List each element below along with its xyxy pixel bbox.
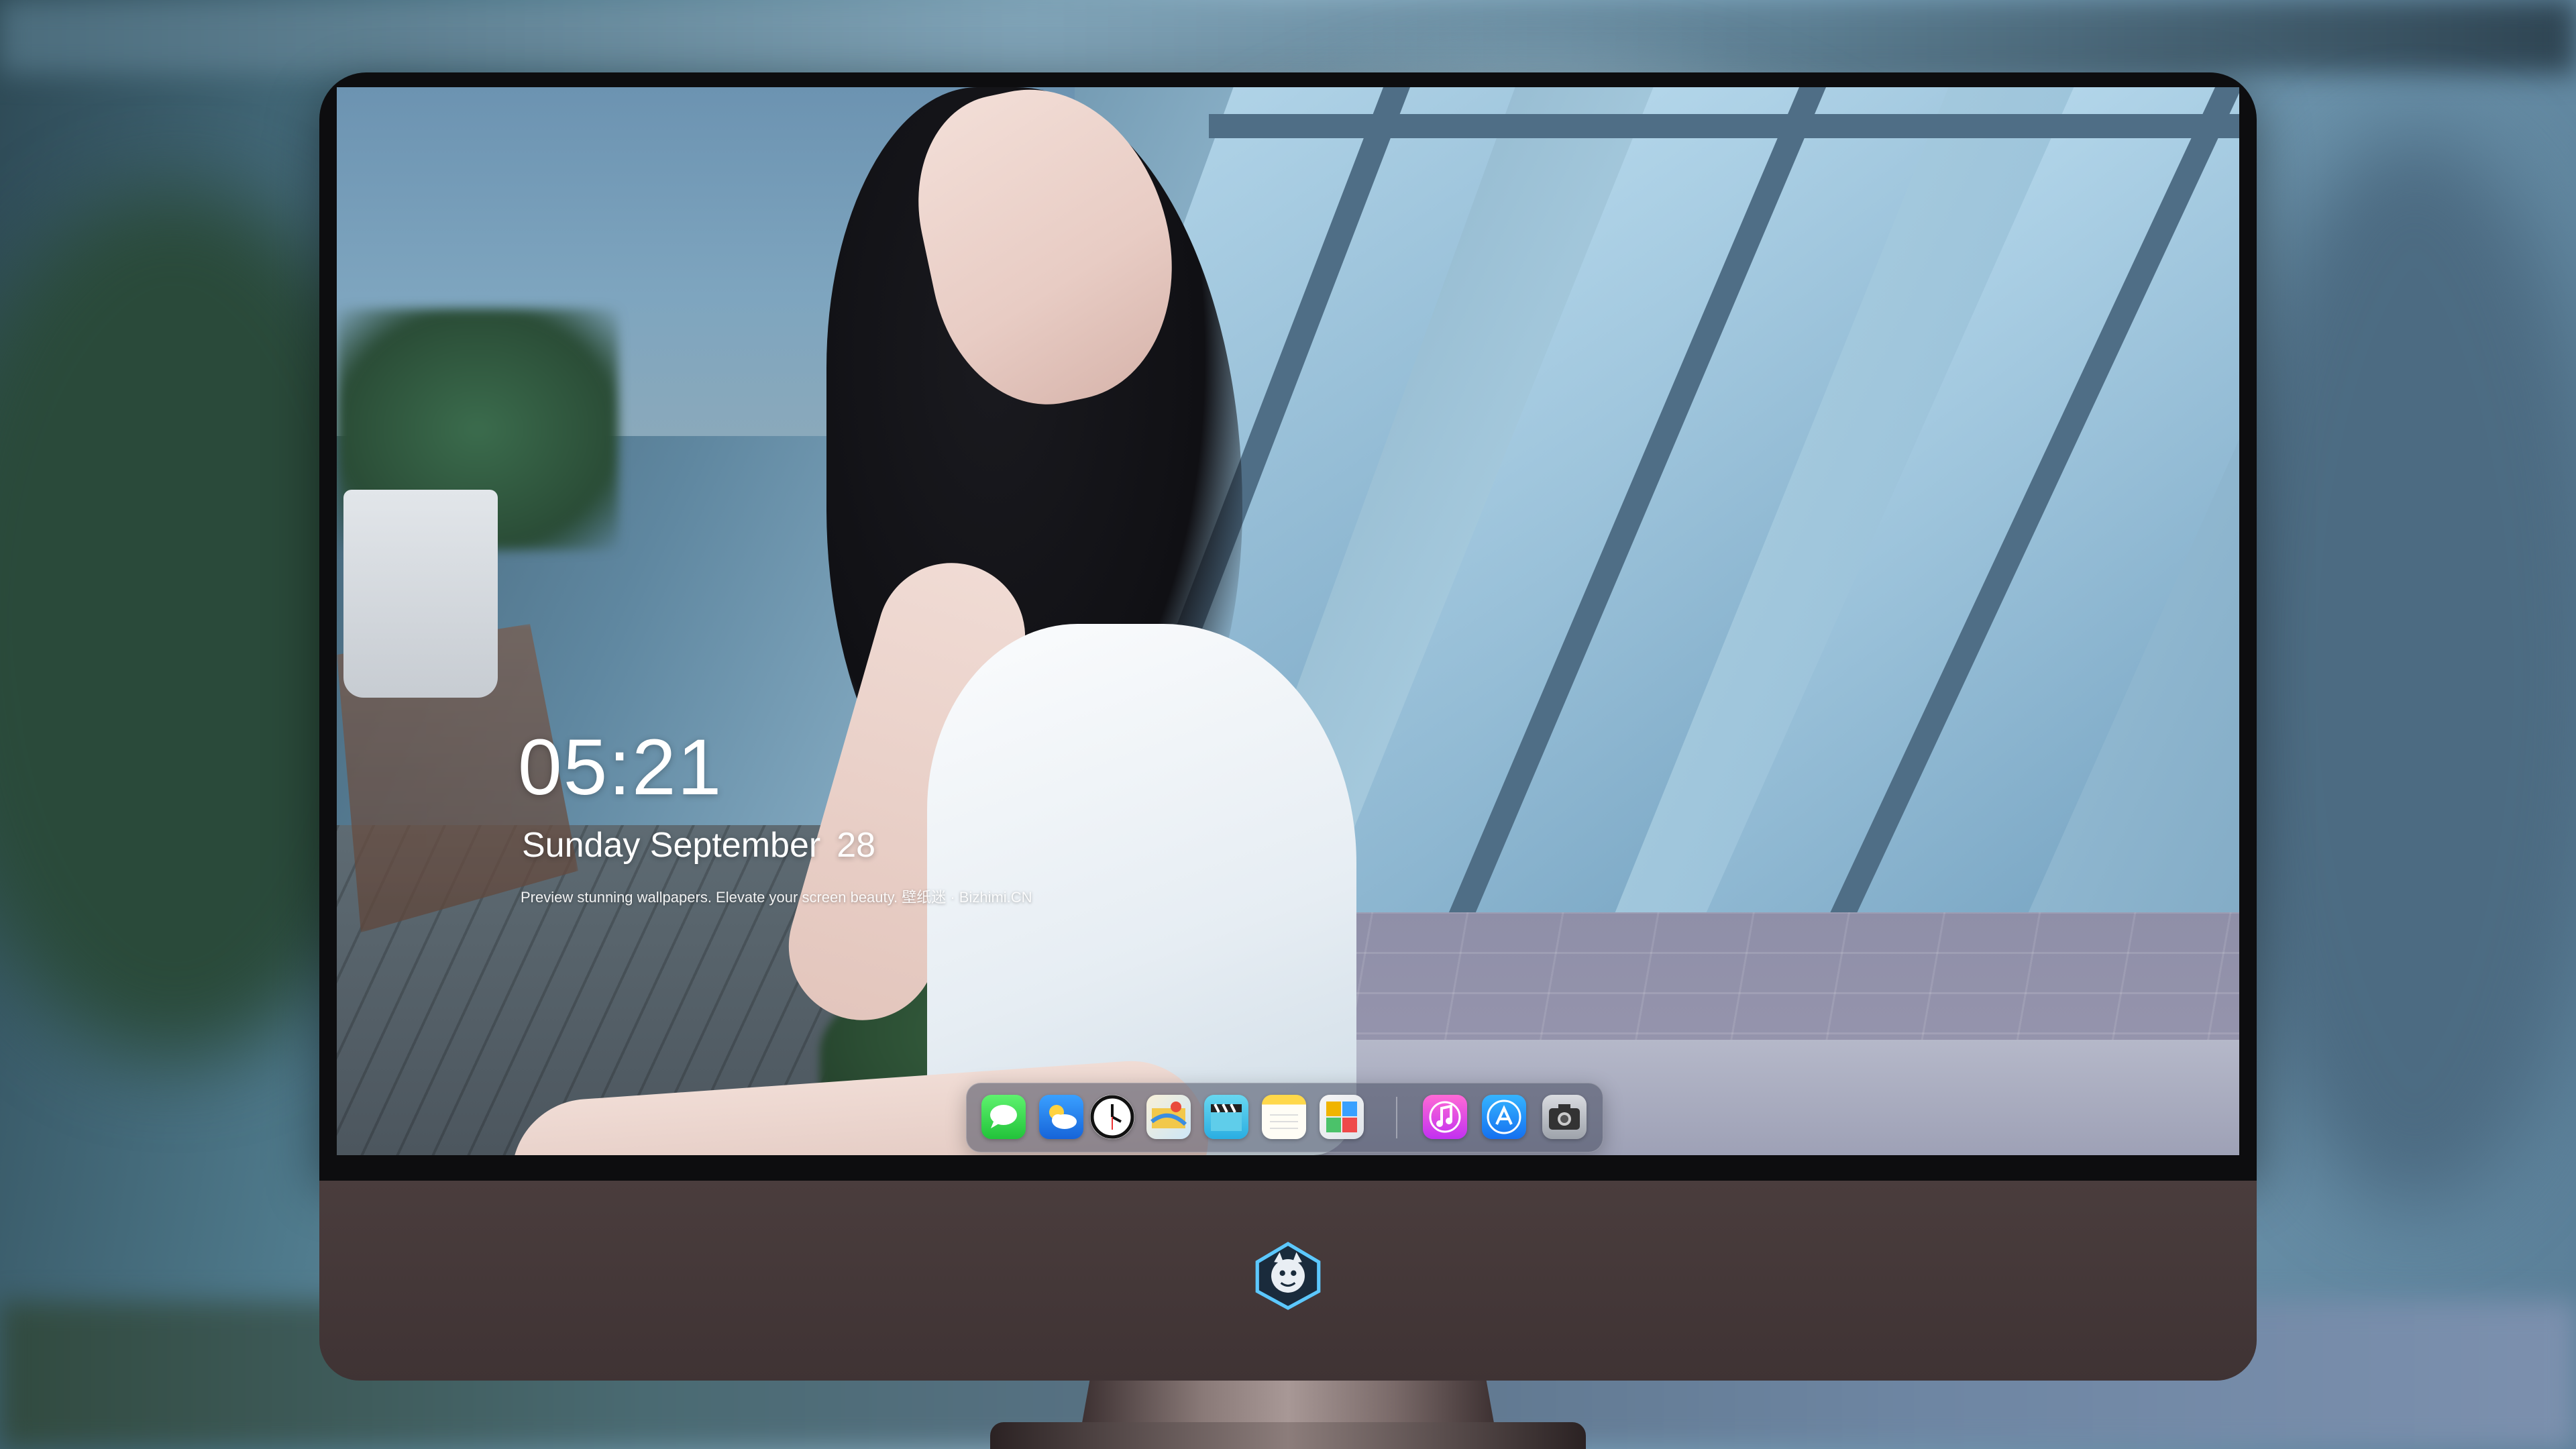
lock-screen-date-text: Sunday September — [522, 826, 821, 865]
monitor-stand-base — [990, 1422, 1586, 1449]
lock-screen-clock: 05:21 — [518, 723, 723, 812]
camera-icon[interactable] — [1542, 1095, 1587, 1139]
monitor-chin — [319, 1166, 2257, 1381]
clock-icon[interactable] — [1090, 1095, 1134, 1139]
dock — [966, 1083, 1603, 1152]
lock-screen-date: Sunday September 28 — [522, 828, 875, 863]
background-top-band — [0, 0, 2576, 74]
wallpaper-pot — [343, 490, 498, 698]
lock-screen: 05:21 Sunday September 28 Preview stunnin… — [337, 87, 2239, 1155]
messages-icon[interactable] — [981, 1095, 1026, 1139]
clapperboard-icon[interactable] — [1204, 1095, 1248, 1139]
weather-icon[interactable] — [1039, 1095, 1083, 1139]
background-frame-right — [2214, 134, 2576, 1208]
lock-screen-tagline: Preview stunning wallpapers. Elevate you… — [521, 889, 1032, 906]
lock-screen-day-number: 28 — [837, 826, 876, 865]
music-note-icon[interactable] — [1423, 1095, 1467, 1139]
dock-separator — [1396, 1097, 1397, 1138]
app-store-icon[interactable] — [1482, 1095, 1526, 1139]
photos-icon[interactable] — [1320, 1095, 1364, 1139]
mascot-logo-icon — [1255, 1242, 1321, 1310]
notes-icon[interactable] — [1262, 1095, 1306, 1139]
wallpaper-frame-top — [1209, 114, 2239, 138]
maps-icon[interactable] — [1146, 1095, 1191, 1139]
